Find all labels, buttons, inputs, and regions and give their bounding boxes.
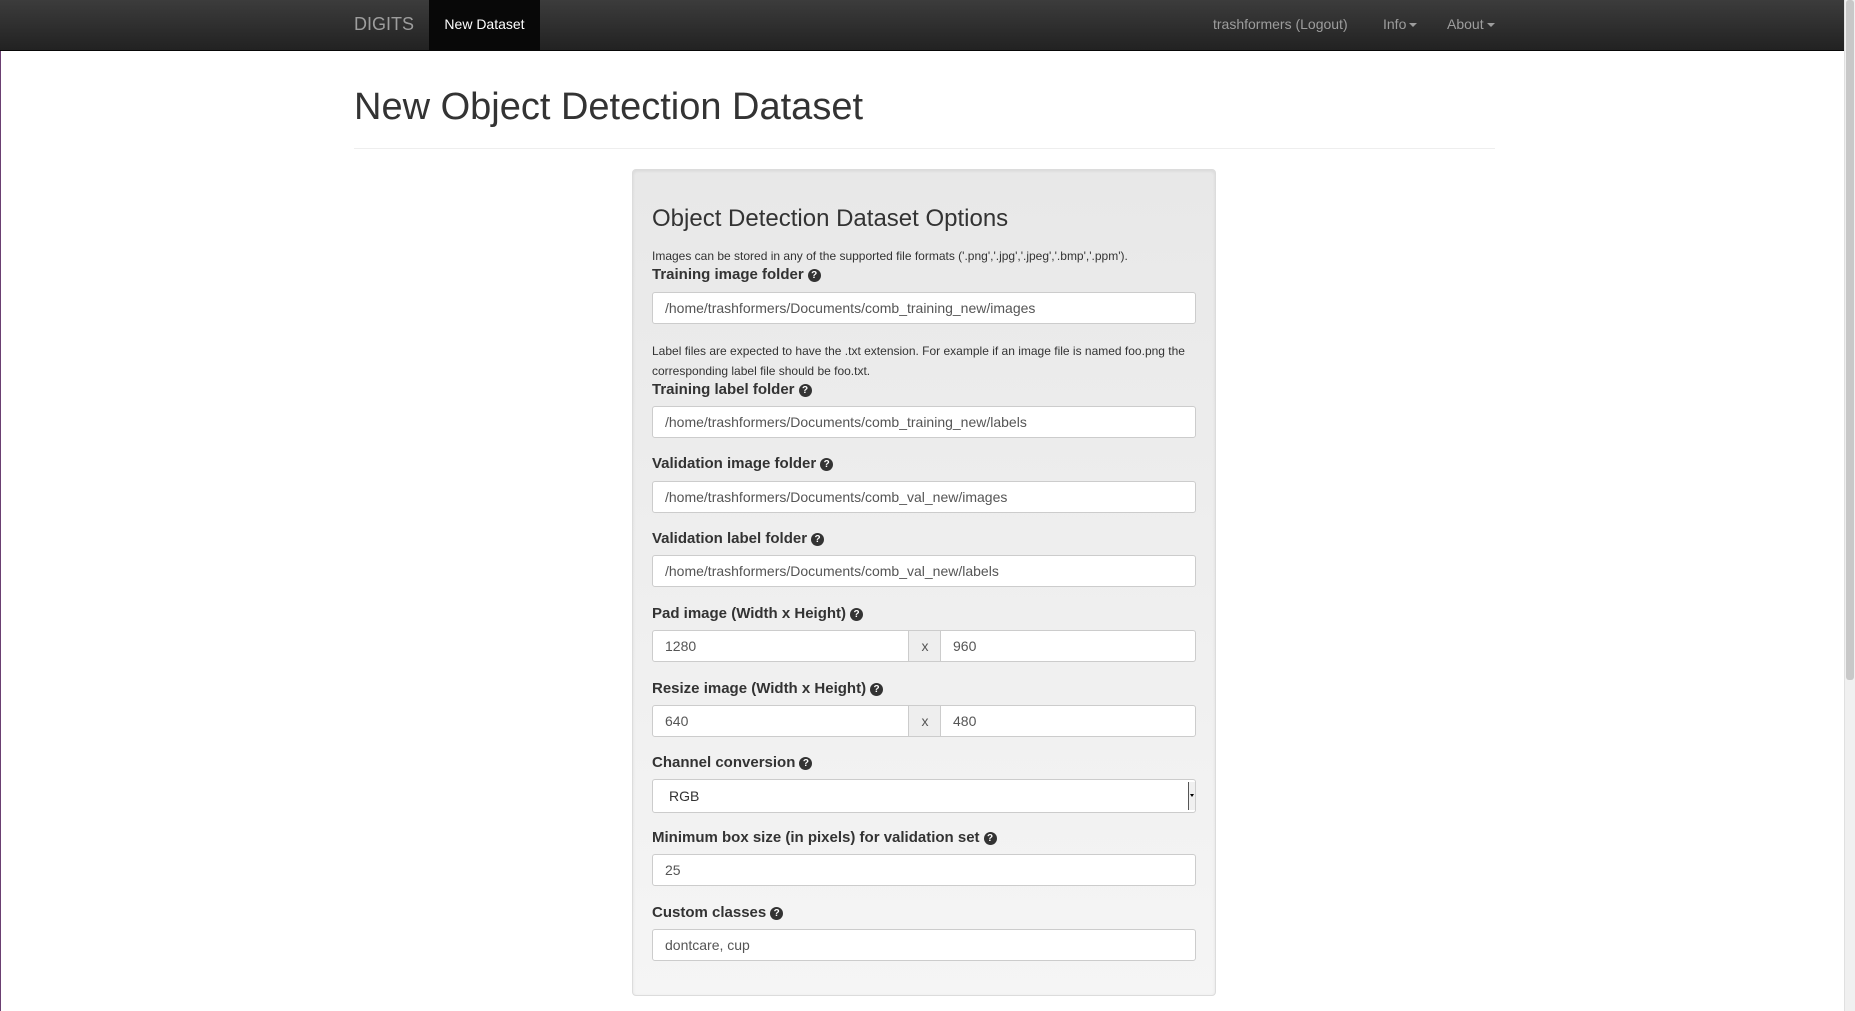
about-menu[interactable]: About	[1447, 0, 1495, 50]
custom-classes-label-text: Custom classes	[652, 904, 767, 921]
resize-height-input[interactable]: 480	[940, 705, 1196, 737]
training-label-folder-label: Training label folder?	[652, 380, 812, 400]
resize-image-label: Resize image (Width x Height)?	[652, 679, 884, 699]
training-label-folder-input[interactable]: /home/trashformers/Documents/comb_traini…	[652, 406, 1196, 438]
label-files-help: Label files are expected to have the .tx…	[652, 344, 1185, 378]
caret-down-icon	[1486, 23, 1495, 28]
panel-title: Object Detection Dataset Options	[652, 205, 1009, 232]
nav-item-new-dataset[interactable]: New Dataset	[429, 0, 540, 50]
question-circle-icon[interactable]: ?	[799, 757, 813, 770]
info-menu[interactable]: Info	[1383, 0, 1418, 50]
channel-conversion-label: Channel conversion?	[652, 753, 813, 773]
caret-down-icon	[1409, 23, 1418, 28]
about-menu-label: About	[1447, 16, 1484, 32]
custom-classes-input[interactable]: dontcare, cup	[652, 929, 1196, 961]
dataset-options-panel: Object Detection Dataset Options Images …	[632, 169, 1216, 996]
question-circle-icon[interactable]: ?	[820, 458, 834, 471]
pad-size-separator: x	[908, 630, 942, 662]
question-circle-icon[interactable]: ?	[798, 384, 812, 397]
page-title: New Object Detection Dataset	[354, 86, 864, 128]
question-circle-icon[interactable]: ?	[870, 683, 884, 696]
header-divider	[354, 148, 1495, 149]
channel-conversion-select[interactable]: RGB	[652, 779, 1196, 813]
question-circle-icon[interactable]: ?	[770, 907, 784, 920]
info-menu-label: Info	[1383, 16, 1407, 32]
pad-image-label-text: Pad image (Width x Height)	[652, 605, 847, 622]
pad-height-input[interactable]: 960	[940, 630, 1196, 662]
resize-size-separator: x	[908, 705, 942, 737]
training-image-folder-label: Training image folder?	[652, 265, 821, 285]
caret-down-icon[interactable]	[1188, 782, 1195, 810]
brand-link[interactable]: DIGITS	[354, 0, 414, 50]
channel-conversion-selected: RGB	[669, 788, 700, 804]
training-image-folder-input[interactable]: /home/trashformers/Documents/comb_traini…	[652, 292, 1196, 324]
resize-width-input[interactable]: 640	[652, 705, 909, 737]
pad-image-label: Pad image (Width x Height)?	[652, 604, 864, 624]
validation-label-folder-label-text: Validation label folder	[652, 530, 808, 547]
min-box-size-label: Minimum box size (in pixels) for validat…	[652, 828, 997, 848]
validation-image-folder-input[interactable]: /home/trashformers/Documents/comb_val_ne…	[652, 481, 1196, 513]
page-scrollbar[interactable]	[1844, 0, 1855, 1011]
question-circle-icon[interactable]: ?	[811, 533, 825, 546]
training-label-folder-label-text: Training label folder	[652, 381, 795, 398]
page: DIGITS New Dataset trashformers (Logout)…	[0, 0, 1855, 1011]
validation-image-folder-label: Validation image folder?	[652, 454, 834, 474]
user-logout-link[interactable]: trashformers (Logout)	[1213, 0, 1348, 50]
min-box-size-label-text: Minimum box size (in pixels) for validat…	[652, 829, 980, 846]
image-formats-help: Images can be stored in any of the suppo…	[652, 249, 1128, 263]
top-navbar: DIGITS New Dataset trashformers (Logout)…	[0, 0, 1845, 51]
question-circle-icon[interactable]: ?	[807, 269, 821, 282]
validation-image-folder-label-text: Validation image folder	[652, 455, 817, 472]
pad-width-input[interactable]: 1280	[652, 630, 909, 662]
question-circle-icon[interactable]: ?	[850, 608, 864, 621]
min-box-size-input[interactable]: 25	[652, 854, 1196, 886]
window-edge	[0, 0, 1, 1011]
custom-classes-label: Custom classes?	[652, 903, 784, 923]
resize-image-label-text: Resize image (Width x Height)	[652, 680, 867, 697]
validation-label-folder-input[interactable]: /home/trashformers/Documents/comb_val_ne…	[652, 555, 1196, 587]
scrollbar-thumb[interactable]	[1846, 0, 1854, 680]
training-image-folder-label-text: Training image folder	[652, 266, 804, 283]
question-circle-icon[interactable]: ?	[983, 832, 997, 845]
validation-label-folder-label: Validation label folder?	[652, 529, 825, 549]
channel-conversion-label-text: Channel conversion	[652, 754, 796, 771]
